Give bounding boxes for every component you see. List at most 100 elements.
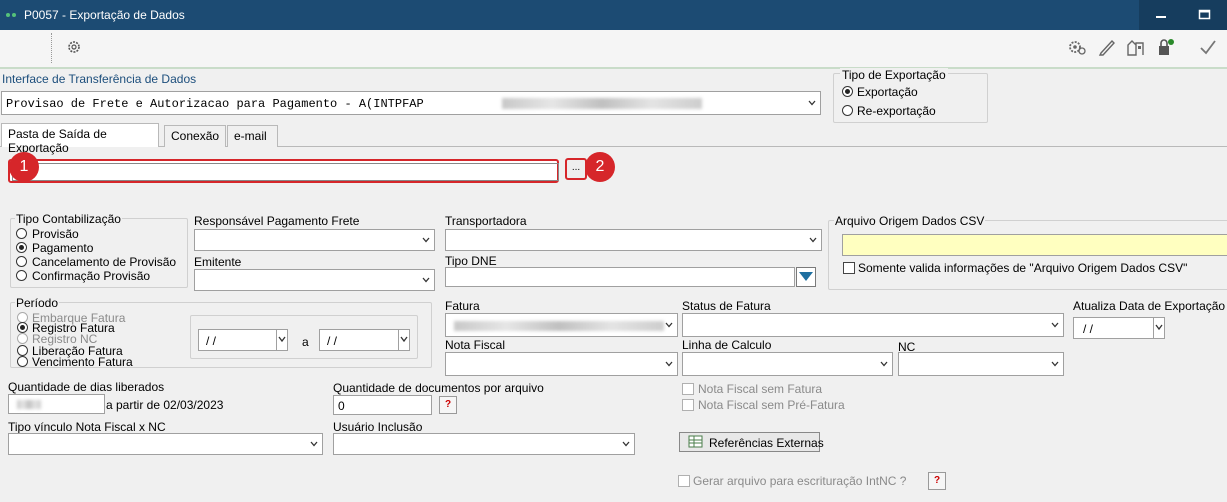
radio-provisao-label: Provisão: [32, 227, 79, 241]
chevron-down-icon: [400, 336, 408, 343]
tipo-vinculo-select[interactable]: [8, 433, 323, 455]
tipo-exportacao-legend: Tipo de Exportação: [840, 68, 948, 82]
minimize-button[interactable]: [1139, 0, 1183, 30]
atualiza-data-spin[interactable]: [1153, 318, 1164, 338]
title-bar: P0057 - Exportação de Dados: [0, 0, 1227, 30]
tipo-dne-label: Tipo DNE: [445, 254, 497, 268]
radio-registro-nc: [17, 333, 28, 344]
chevron-down-icon: [1155, 324, 1163, 331]
tipo-dne-dropdown-button[interactable]: [796, 267, 816, 287]
periodo-legend: Período: [15, 296, 60, 310]
interface-select[interactable]: Provisao de Frete e Autorizacao para Pag…: [1, 91, 821, 115]
redacted-text: [454, 321, 664, 331]
chevron-down-icon: [1051, 361, 1059, 367]
pen-icon[interactable]: [1097, 38, 1117, 56]
output-folder-input[interactable]: [8, 159, 559, 183]
marker-1: 1: [9, 152, 39, 182]
table-icon: [688, 435, 703, 448]
transportadora-label: Transportadora: [445, 214, 527, 228]
tab-label: e-mail: [234, 129, 267, 143]
nf-sem-prefatura-label: Nota Fiscal sem Pré-Fatura: [698, 398, 845, 412]
tab-label: Pasta de Saída de Exportação: [8, 127, 107, 155]
date-to-input[interactable]: / /: [319, 329, 410, 351]
chevron-down-icon: [809, 237, 817, 243]
output-folder-inner: [12, 163, 559, 181]
radio-registro-fatura[interactable]: [17, 322, 28, 333]
help-button[interactable]: ?: [928, 472, 946, 490]
date-connector: a: [302, 335, 309, 349]
interface-label: Interface de Transferência de Dados: [2, 72, 197, 86]
nf-sem-fatura-checkbox[interactable]: [682, 383, 694, 395]
radio-pagamento-label: Pagamento: [32, 241, 94, 255]
usuario-inclusao-label: Usuário Inclusão: [333, 420, 423, 434]
somente-valida-checkbox[interactable]: [843, 262, 855, 274]
nota-fiscal-label: Nota Fiscal: [445, 338, 506, 352]
radio-reexportacao[interactable]: [842, 105, 853, 116]
check-icon[interactable]: [1198, 38, 1218, 56]
nc-select[interactable]: [898, 352, 1064, 376]
radio-pagamento[interactable]: [16, 242, 27, 253]
chevron-down-icon: [1051, 322, 1059, 328]
arquivo-csv-legend: Arquivo Origem Dados CSV: [834, 214, 986, 228]
gear-icon[interactable]: [66, 39, 82, 55]
tipo-contabilizacao-legend: Tipo Contabilização: [15, 212, 122, 226]
responsavel-select[interactable]: [194, 229, 435, 251]
referencias-externas-button[interactable]: Referências Externas: [679, 432, 824, 452]
toolbar-divider: [51, 33, 53, 63]
app-status-icon: [12, 13, 16, 17]
radio-confirmacao[interactable]: [16, 270, 27, 281]
tab-email[interactable]: e-mail: [227, 125, 278, 147]
gerar-arquivo-label: Gerar arquivo para escrituração IntNC ?: [693, 474, 907, 488]
radio-exportacao[interactable]: [842, 86, 853, 97]
redacted-text: [502, 98, 702, 109]
window-title: P0057 - Exportação de Dados: [24, 8, 185, 22]
emitente-select[interactable]: [194, 269, 435, 291]
nf-sem-prefatura-checkbox[interactable]: [682, 399, 694, 411]
transportadora-select[interactable]: [445, 229, 822, 251]
minimize-icon: [1156, 16, 1166, 18]
qtd-docs-label: Quantidade de documentos por arquivo: [333, 381, 544, 395]
date-from-spin[interactable]: [276, 330, 287, 350]
qtd-docs-input[interactable]: 0: [333, 395, 432, 415]
responsavel-label: Responsável Pagamento Frete: [194, 214, 360, 228]
help-button[interactable]: ?: [439, 396, 457, 414]
linha-calculo-select[interactable]: [682, 352, 893, 376]
date-to-value: / /: [327, 334, 338, 348]
radio-vencimento-fatura[interactable]: [17, 356, 28, 367]
radio-cancelamento[interactable]: [16, 256, 27, 267]
fatura-select[interactable]: [445, 313, 678, 337]
chevron-down-icon: [622, 441, 630, 447]
chevron-down-icon: [799, 272, 813, 281]
tipo-dne-input[interactable]: [445, 267, 795, 287]
tab-conexao[interactable]: Conexão: [164, 125, 226, 147]
radio-cancelamento-label: Cancelamento de Provisão: [32, 255, 177, 269]
building-icon[interactable]: [1126, 38, 1146, 56]
referencias-externas-label: Referências Externas: [709, 436, 824, 450]
atualiza-data-input[interactable]: / /: [1073, 317, 1165, 339]
chevron-down-icon: [422, 237, 430, 243]
lock-key-icon[interactable]: [1156, 38, 1176, 56]
gerar-arquivo-checkbox[interactable]: [678, 475, 690, 487]
interface-value: Provisao de Frete e Autorizacao para Pag…: [6, 97, 424, 111]
radio-provisao[interactable]: [16, 228, 27, 239]
maximize-button[interactable]: [1183, 0, 1227, 30]
chevron-down-icon: [808, 100, 816, 106]
arquivo-csv-input[interactable]: [842, 234, 1227, 256]
browse-button[interactable]: ...: [565, 158, 587, 180]
tab-pasta-saida[interactable]: Pasta de Saída de Exportação: [1, 123, 159, 155]
chevron-down-icon: [310, 441, 318, 447]
settings-gear-icon[interactable]: [1067, 38, 1087, 56]
chevron-down-icon: [278, 336, 286, 343]
nota-fiscal-select[interactable]: [445, 352, 678, 376]
toolbar: [0, 30, 1227, 69]
status-fatura-select[interactable]: [682, 313, 1064, 337]
date-to-spin[interactable]: [398, 330, 409, 350]
chevron-down-icon: [422, 277, 430, 283]
tipo-vinculo-label: Tipo vínculo Nota Fiscal x NC: [8, 420, 166, 434]
date-from-input[interactable]: / /: [198, 329, 288, 351]
radio-liberacao-fatura[interactable]: [17, 345, 28, 356]
fatura-label: Fatura: [445, 299, 480, 313]
status-fatura-label: Status de Fatura: [682, 299, 771, 313]
qtd-dias-input[interactable]: [8, 394, 105, 414]
usuario-inclusao-select[interactable]: [333, 433, 635, 455]
